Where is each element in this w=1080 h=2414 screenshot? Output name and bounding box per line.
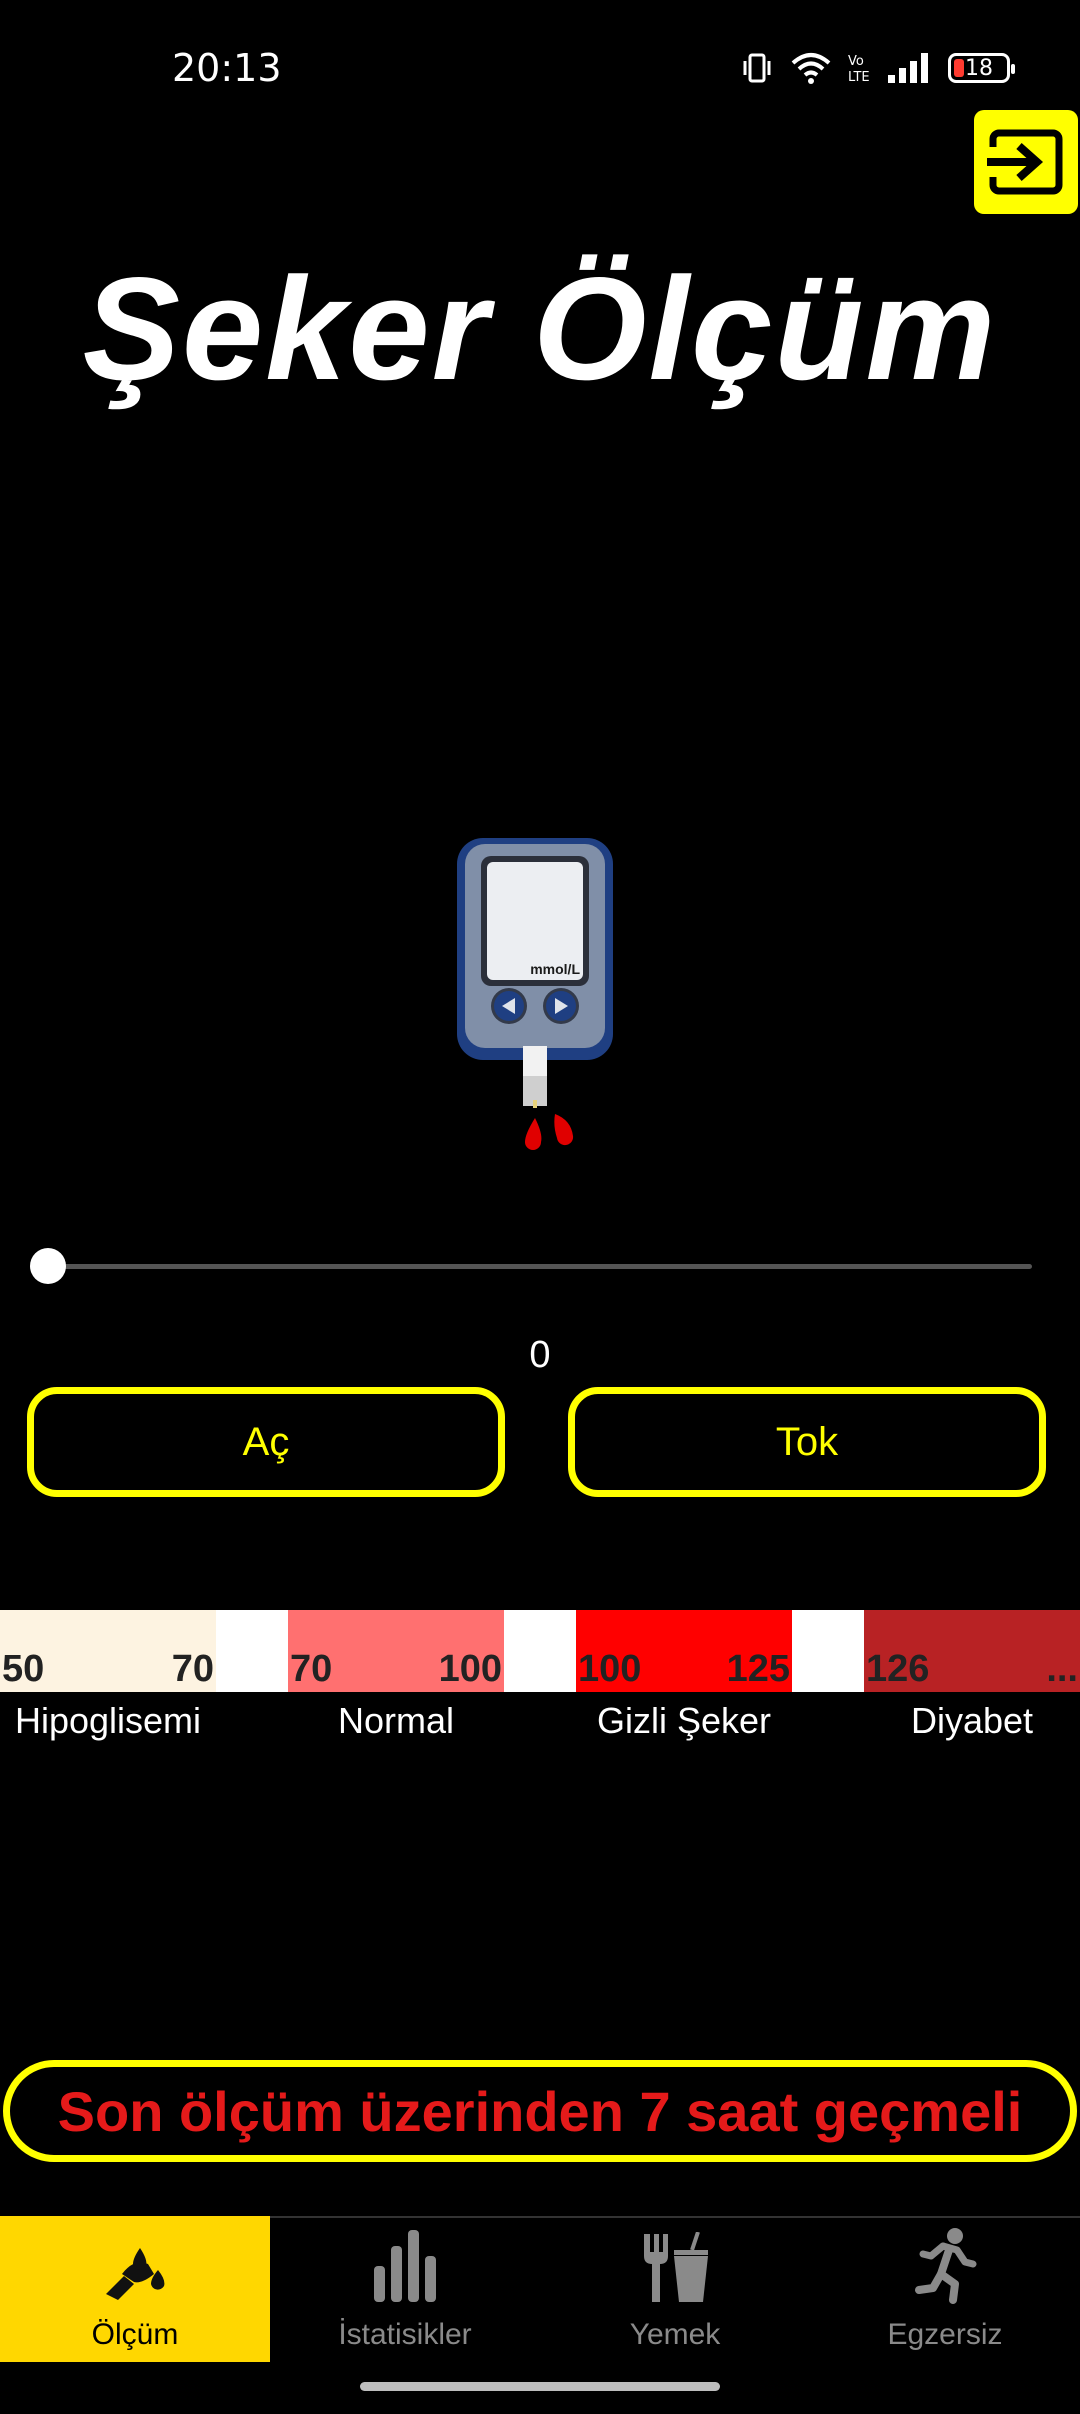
range-prediabetes: 100 125 [576, 1610, 792, 1692]
range-label-diabetes: Diyabet [910, 1700, 1034, 1741]
nav-label: İstatisikler [338, 2318, 472, 2351]
range-divider [216, 1610, 288, 1692]
range-low: 70 [290, 1648, 333, 1690]
range-diabetes: 126 ... [864, 1610, 1080, 1692]
range-label-prediabetes: Gizli Şeker [596, 1700, 772, 1741]
exit-icon [987, 129, 1063, 195]
range-hypoglycemia: 50 70 [0, 1610, 216, 1692]
glucose-value: 0 [529, 1334, 551, 1376]
signal-icon [888, 53, 928, 83]
blood-drop-hand-icon [106, 2248, 165, 2300]
glucose-meter-icon: mmol/L [457, 838, 613, 1150]
status-time: 20:13 [172, 46, 282, 90]
svg-text:Vo: Vo [848, 54, 864, 69]
meter-unit: mmol/L [530, 961, 580, 977]
battery-level: 18 [965, 55, 993, 81]
wifi-icon [791, 53, 831, 84]
range-divider [792, 1610, 864, 1692]
running-person-icon [915, 2228, 977, 2304]
range-high: 100 [438, 1648, 502, 1690]
range-low: 50 [2, 1648, 45, 1690]
nav-item-statistics[interactable]: İstatisikler [270, 2216, 540, 2362]
glucose-slider-track[interactable] [48, 1264, 1032, 1269]
nav-label: Yemek [629, 2318, 721, 2351]
volte-icon: VoLTE [848, 54, 870, 85]
nav-item-measurement[interactable]: Ölçüm [0, 2216, 270, 2362]
range-high: 125 [726, 1648, 790, 1690]
battery-icon: 18 [948, 53, 1015, 83]
home-indicator[interactable] [360, 2382, 720, 2391]
bar-chart-icon [374, 2230, 436, 2302]
nav-item-food[interactable]: Yemek [540, 2216, 810, 2362]
status-icons: Vo LTE 18 [740, 48, 1015, 88]
range-high: 70 [171, 1648, 214, 1690]
range-high: ... [1046, 1648, 1078, 1690]
range-normal: 70 100 [288, 1610, 504, 1692]
fasting-button[interactable]: Aç [27, 1387, 505, 1497]
fed-button[interactable]: Tok [568, 1387, 1046, 1497]
nav-label: Egzersiz [887, 2318, 1003, 2351]
range-label-normal: Normal [337, 1700, 454, 1741]
vibrate-icon [743, 53, 771, 83]
range-low: 100 [578, 1648, 642, 1690]
page-title: Şeker Ölçüm [82, 247, 998, 410]
range-divider [504, 1610, 576, 1692]
wait-warning: Son ölçüm üzerinden 7 saat geçmeli [3, 2060, 1077, 2162]
glucose-slider-thumb[interactable] [30, 1248, 66, 1284]
range-low: 126 [866, 1648, 930, 1690]
range-label-hypoglycemia: Hipoglisemi [14, 1700, 202, 1741]
exit-button[interactable] [974, 110, 1078, 214]
fork-cup-icon [644, 2232, 708, 2302]
nav-item-exercise[interactable]: Egzersiz [810, 2216, 1080, 2362]
svg-text:LTE: LTE [848, 70, 870, 85]
nav-label: Ölçüm [91, 2318, 179, 2351]
